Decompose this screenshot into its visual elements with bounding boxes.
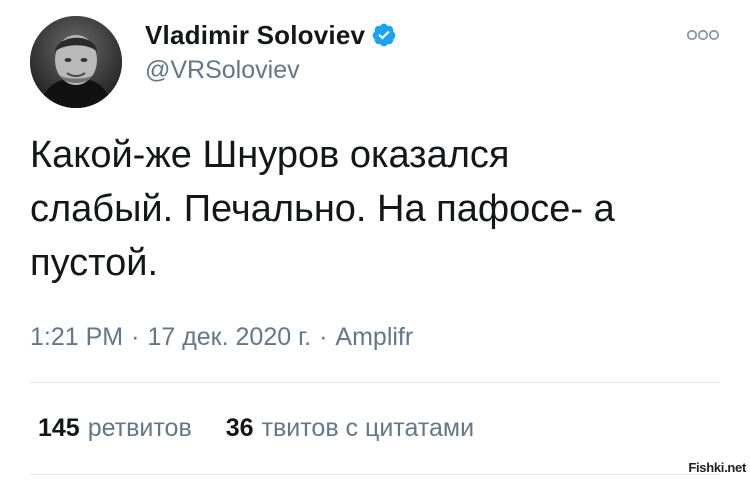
quotes-stat[interactable]: 36 твитов с цитатами — [226, 414, 474, 443]
more-options-icon[interactable] — [686, 28, 720, 42]
quotes-count: 36 — [225, 414, 254, 442]
tweet-header: Vladimir Soloviev @VRSoloviev — [145, 20, 397, 85]
author-handle[interactable]: @VRSoloviev — [145, 56, 397, 85]
avatar-photo-icon — [30, 16, 122, 108]
author-avatar[interactable] — [30, 16, 122, 108]
tweet-body-text: Какой-же Шнуров оказался слабый. Печальн… — [30, 134, 615, 284]
divider — [30, 474, 720, 475]
meta-separator: · — [131, 323, 140, 351]
tweet-card: Vladimir Soloviev @VRSoloviev Какой-же Ш… — [0, 0, 750, 481]
verified-badge-icon — [371, 22, 397, 48]
tweet-source-link[interactable]: Amplifr — [335, 323, 413, 351]
meta-separator: · — [319, 323, 328, 351]
retweets-label: ретвитов — [87, 414, 192, 442]
retweets-stat[interactable]: 145 ретвитов — [38, 414, 192, 443]
retweets-count: 145 — [38, 414, 80, 442]
tweet-meta: 1:21 PM · 17 дек. 2020 г. · Amplifr — [30, 323, 413, 352]
watermark: Fishki.net — [688, 460, 746, 475]
name-row: Vladimir Soloviev — [145, 20, 397, 50]
divider — [30, 382, 720, 383]
tweet-stats: 145 ретвитов 36 твитов с цитатами — [38, 414, 474, 443]
author-display-name[interactable]: Vladimir Soloviev — [145, 20, 365, 51]
tweet-time[interactable]: 1:21 PM — [30, 323, 123, 351]
quotes-label: твитов с цитатами — [261, 414, 475, 442]
tweet-date[interactable]: 17 дек. 2020 г. — [147, 323, 311, 351]
